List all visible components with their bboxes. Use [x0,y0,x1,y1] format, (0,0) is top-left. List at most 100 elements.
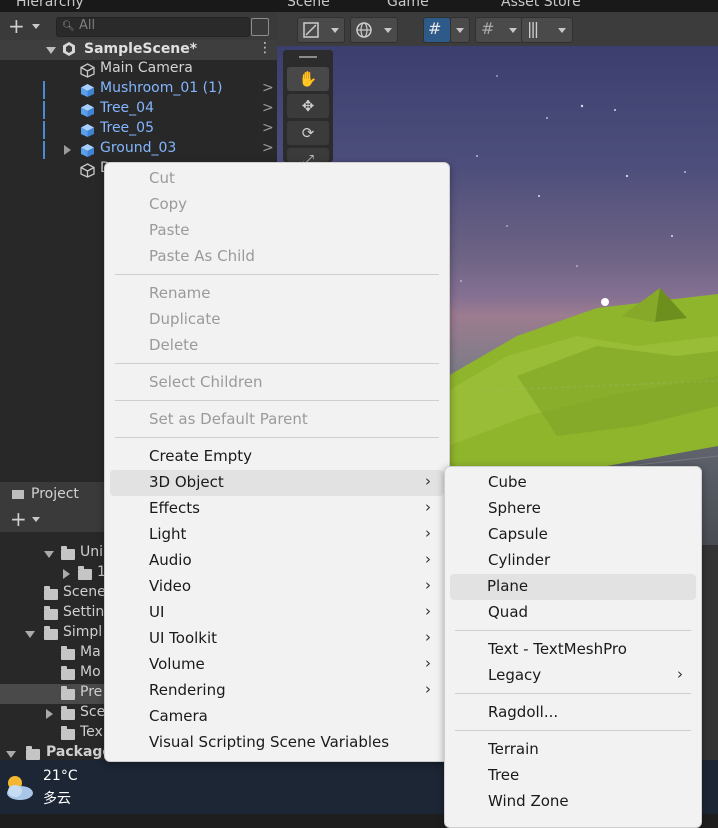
hierarchy-item[interactable]: Tree_04 > [0,100,277,120]
project-folder[interactable]: Uni [0,544,104,564]
hierarchy-lock-icon[interactable] [251,18,269,36]
expand-triangle-icon[interactable] [63,569,70,579]
menu-item-ragdoll[interactable]: Ragdoll... [445,700,701,726]
chevron-right-icon[interactable]: > [262,140,274,156]
tab-game[interactable]: Game [387,0,429,10]
menu-item-capsule[interactable]: Capsule [445,522,701,548]
menu-separator [455,630,691,631]
prefab-cube-icon [81,144,94,157]
grip-handle[interactable] [299,56,317,58]
menu-item-visual-scripting-scene-variables[interactable]: Visual Scripting Scene Variables [105,730,449,756]
project-folder[interactable]: Sce [0,704,105,724]
menu-item-paste-as-child[interactable]: Paste As Child [105,244,449,270]
add-dropdown-caret-icon[interactable] [32,24,40,29]
menu-item-label: Capsule [488,525,548,543]
project-folder[interactable]: Mo [0,664,104,684]
add-icon[interactable]: + [8,16,25,36]
menu-item-sphere[interactable]: Sphere [445,496,701,522]
menu-item-audio[interactable]: Audio › [105,548,449,574]
project-folder[interactable]: Simpl [0,624,104,644]
project-tab[interactable]: Project [0,482,104,506]
menu-item-text-textmeshpro[interactable]: Text - TextMeshPro [445,637,701,663]
hierarchy-tab[interactable]: Hierarchy [0,0,277,12]
menu-item-effects[interactable]: Effects › [105,496,449,522]
cloudy-weather-icon[interactable] [2,772,36,802]
menu-item-quad[interactable]: Quad [445,600,701,626]
menu-item-cylinder[interactable]: Cylinder [445,548,701,574]
menu-item-plane[interactable]: Plane [450,574,696,600]
menu-item-video[interactable]: Video › [105,574,449,600]
menu-item-light[interactable]: Light › [105,522,449,548]
menu-item-set-default-parent[interactable]: Set as Default Parent [105,407,449,433]
grid-snap-toggle[interactable]: # [423,17,451,43]
rotate-icon: ⟳ [301,124,315,142]
chevron-right-icon[interactable]: > [262,100,274,116]
menu-item-rename[interactable]: Rename [105,281,449,307]
project-folder-label: Tex [80,724,103,740]
tab-asset-store[interactable]: Asset Store [501,0,581,10]
folder-icon [61,666,75,680]
overlay-toolbar-button[interactable]: ||| [521,17,573,43]
scale-tool-button[interactable]: ⤢ [287,148,329,162]
menu-item-select-children[interactable]: Select Children [105,370,449,396]
menu-item-ui[interactable]: UI › [105,600,449,626]
project-folder-label: Mo [80,664,101,680]
menu-item-cut[interactable]: Cut [105,166,449,192]
hand-tool-button[interactable]: ✋ [287,67,329,91]
menu-item-delete[interactable]: Delete [105,333,449,359]
expand-triangle-icon[interactable] [46,709,53,719]
menu-item-create-empty[interactable]: Create Empty [105,444,449,470]
menu-item-tree[interactable]: Tree [445,763,701,789]
project-folder[interactable]: Tex [0,724,104,744]
menu-item-camera[interactable]: Camera [105,704,449,730]
hierarchy-search-input[interactable]: 🔍︎ All [56,17,250,37]
draw-mode-button[interactable] [297,17,345,43]
menu-item-3d-object[interactable]: 3D Object › [110,470,444,496]
menu-item-legacy[interactable]: Legacy › [445,663,701,689]
hierarchy-item[interactable]: Mushroom_01 (1) > [0,80,277,100]
menu-separator [455,693,691,694]
menu-item-terrain[interactable]: Terrain [445,737,701,763]
scene-view-options-button[interactable] [350,17,398,43]
scene-root-row[interactable]: SampleScene* ⋮ [0,40,277,60]
folder-icon [61,646,75,660]
menu-item-ui-toolkit[interactable]: UI Toolkit › [105,626,449,652]
hierarchy-item-label: Main Camera [100,60,193,76]
hierarchy-tab-label: Hierarchy [16,0,84,10]
more-options-icon[interactable]: ⋮ [258,40,272,56]
hierarchy-item[interactable]: Main Camera [0,60,277,80]
rotate-tool-button[interactable]: ⟳ [287,121,329,145]
grid-options-dropdown[interactable] [450,17,470,43]
menu-item-copy[interactable]: Copy [105,192,449,218]
expand-triangle-icon[interactable] [64,145,71,155]
tab-scene[interactable]: Scene [287,0,330,10]
add-icon[interactable]: + [10,509,27,529]
mushroom-object [601,298,609,306]
menu-item-rendering[interactable]: Rendering › [105,678,449,704]
menu-item-label: Video [149,577,192,595]
add-dropdown-caret-icon[interactable] [32,517,40,522]
hierarchy-item[interactable]: Tree_05 > [0,120,277,140]
project-folder[interactable]: Scene [0,584,106,604]
collapse-triangle-icon[interactable] [6,751,16,758]
project-folder[interactable]: 1 [0,564,106,584]
menu-item-paste[interactable]: Paste [105,218,449,244]
snap-increment-button[interactable]: # [475,17,523,43]
project-folder[interactable]: Settin [0,604,104,624]
menu-item-wind-zone[interactable]: Wind Zone [445,789,701,815]
chevron-right-icon[interactable]: > [262,120,274,136]
collapse-triangle-icon[interactable] [25,631,35,638]
gameobject-cube-icon [80,163,95,178]
menu-item-volume[interactable]: Volume › [105,652,449,678]
menu-item-cube[interactable]: Cube [445,470,701,496]
project-folder[interactable]: Ma [0,644,104,664]
menu-item-label: Audio [149,551,192,569]
menu-item-duplicate[interactable]: Duplicate [105,307,449,333]
chevron-right-icon[interactable]: > [262,80,274,96]
collapse-triangle-icon[interactable] [46,47,56,54]
hierarchy-item[interactable]: Ground_03 > [0,140,277,160]
move-tool-button[interactable]: ✥ [287,94,329,118]
menu-separator [115,363,439,364]
project-folder-selected[interactable]: Pre [0,684,104,704]
collapse-triangle-icon[interactable] [44,551,54,558]
